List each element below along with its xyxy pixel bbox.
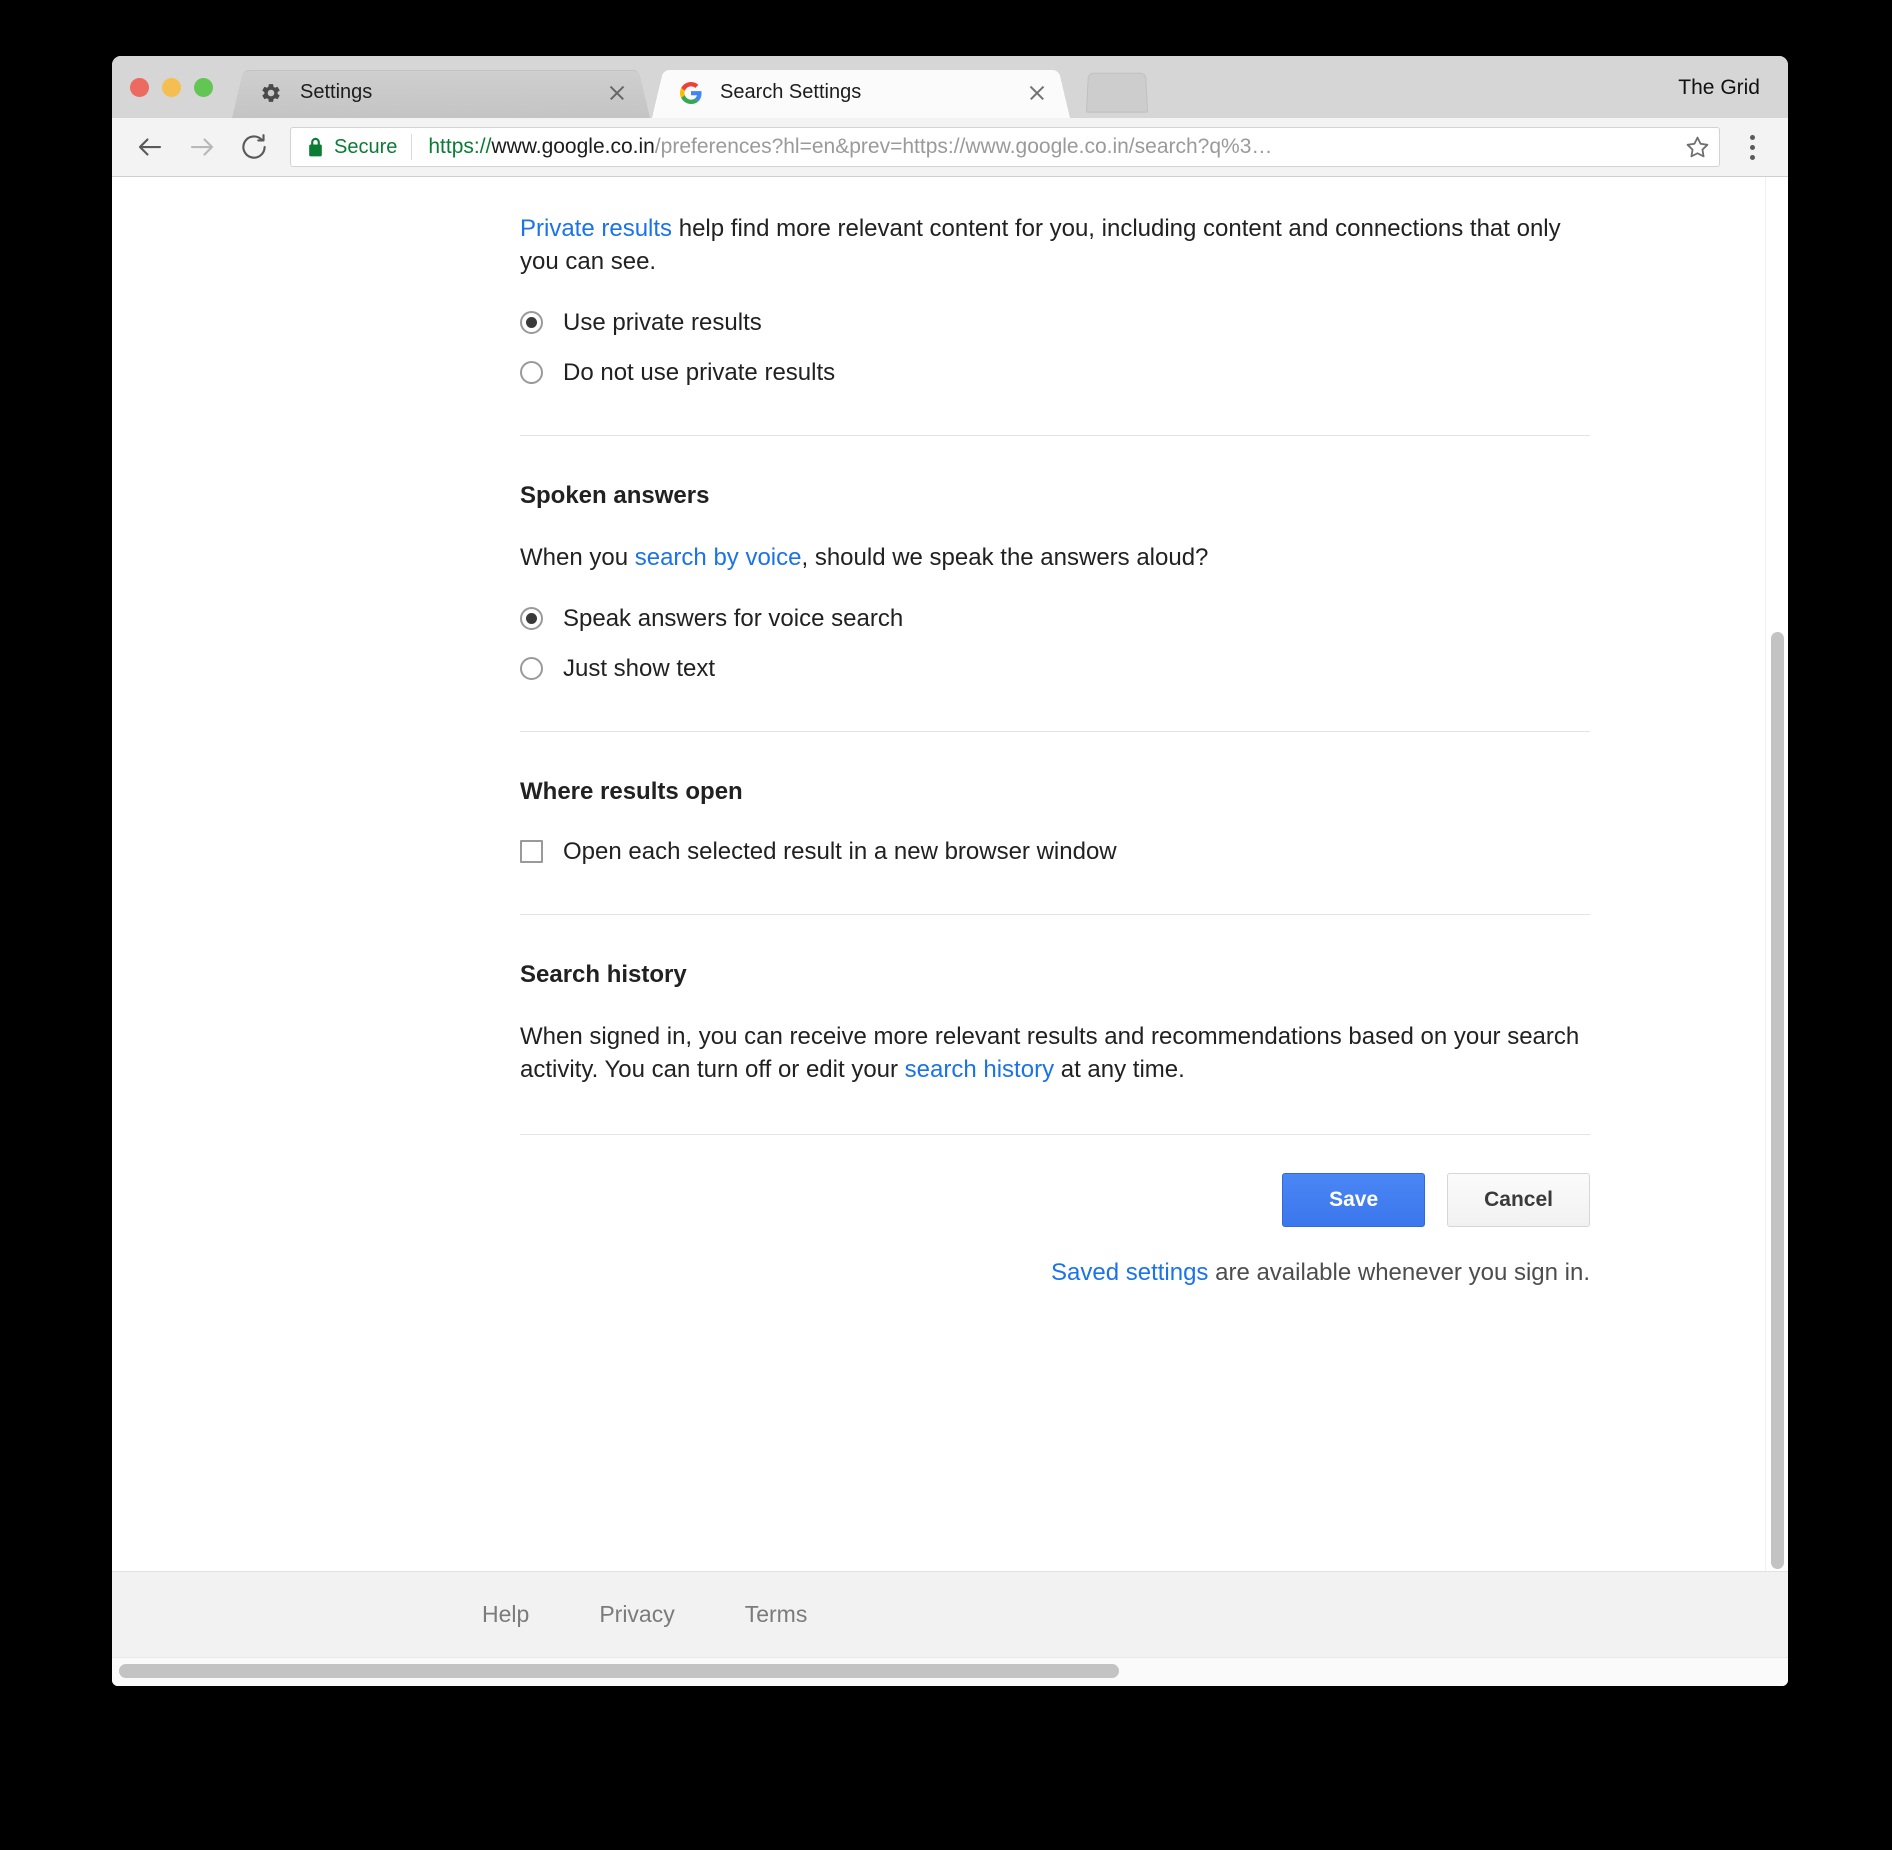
footer-link-privacy[interactable]: Privacy — [599, 1601, 674, 1628]
footer-link-terms[interactable]: Terms — [745, 1601, 808, 1628]
new-tab-button[interactable] — [1086, 73, 1148, 113]
radio-use-private-results[interactable]: Use private results — [520, 309, 1590, 337]
url-text[interactable]: https://www.google.co.in/preferences?hl=… — [412, 127, 1675, 167]
page-scroll-area: Private results help find more relevant … — [112, 177, 1788, 1571]
spoken-answers-desc-post: , should we speak the answers aloud? — [801, 544, 1208, 571]
security-chip[interactable]: Secure — [291, 128, 411, 166]
window-maximize-button[interactable] — [194, 78, 213, 97]
horizontal-scrollbar[interactable] — [112, 1657, 1788, 1686]
url-host: www.google.co.in — [491, 135, 654, 158]
section-divider — [520, 435, 1590, 436]
menu-dot — [1750, 135, 1755, 140]
private-results-description-rest: help find more relevant content for you,… — [520, 215, 1561, 275]
section-divider — [520, 914, 1590, 915]
radio-do-not-use-private-results[interactable]: Do not use private results — [520, 359, 1590, 387]
window-user-label: The Grid — [1678, 76, 1760, 100]
checkbox-label: Open each selected result in a new brows… — [563, 838, 1117, 866]
radio-indicator[interactable] — [520, 311, 543, 334]
forward-arrow-icon[interactable] — [176, 121, 228, 173]
security-label: Secure — [334, 136, 397, 159]
saved-settings-note: Saved settings are available whenever yo… — [520, 1259, 1590, 1287]
window-minimize-button[interactable] — [162, 78, 181, 97]
tab-strip: Settings Search Settings — [112, 56, 1788, 118]
back-arrow-icon[interactable] — [124, 121, 176, 173]
tab-title: Search Settings — [720, 81, 1022, 104]
star-icon[interactable] — [1675, 127, 1719, 167]
menu-dot — [1750, 155, 1755, 160]
tab-settings[interactable]: Settings — [232, 67, 650, 118]
url-path: /preferences?hl=en&prev=https://www.goog… — [655, 135, 1273, 158]
vertical-scrollbar-thumb[interactable] — [1771, 632, 1784, 1569]
tab-close-icon[interactable] — [602, 78, 632, 108]
settings-content: Private results help find more relevant … — [520, 177, 1590, 1311]
search-by-voice-link[interactable]: search by voice — [635, 544, 802, 571]
browser-toolbar: Secure https://www.google.co.in/preferen… — [112, 118, 1788, 177]
kebab-menu-icon[interactable] — [1728, 121, 1776, 173]
tab-close-icon[interactable] — [1022, 78, 1052, 108]
spoken-answers-heading: Spoken answers — [520, 482, 1590, 510]
radio-speak-answers[interactable]: Speak answers for voice search — [520, 605, 1590, 633]
spoken-answers-desc-pre: When you — [520, 544, 635, 571]
save-button[interactable]: Save — [1282, 1173, 1425, 1227]
private-results-description: Private results help find more relevant … — [520, 213, 1590, 279]
reload-icon[interactable] — [228, 121, 280, 173]
saved-settings-rest: are available whenever you sign in. — [1208, 1259, 1590, 1286]
window-close-button[interactable] — [130, 78, 149, 97]
page-footer: Help Privacy Terms — [112, 1571, 1788, 1657]
radio-indicator[interactable] — [520, 361, 543, 384]
section-divider — [520, 731, 1590, 732]
address-bar[interactable]: Secure https://www.google.co.in/preferen… — [290, 127, 1720, 167]
horizontal-scrollbar-thumb[interactable] — [119, 1664, 1119, 1678]
section-divider — [520, 1134, 1590, 1135]
tab-search-settings[interactable]: Search Settings — [652, 67, 1070, 118]
private-results-link[interactable]: Private results — [520, 215, 672, 242]
google-g-icon — [680, 82, 702, 104]
radio-indicator[interactable] — [520, 607, 543, 630]
radio-label: Use private results — [563, 309, 762, 337]
gear-icon — [260, 82, 282, 104]
section-where-results-open: Where results open Open each selected re… — [520, 778, 1590, 866]
radio-label: Speak answers for voice search — [563, 605, 903, 633]
saved-settings-link[interactable]: Saved settings — [1051, 1259, 1208, 1286]
section-spoken-answers: Spoken answers When you search by voice,… — [520, 482, 1590, 683]
checkbox-open-new-window[interactable]: Open each selected result in a new brows… — [520, 838, 1590, 866]
where-results-open-heading: Where results open — [520, 778, 1590, 806]
tab-title: Settings — [300, 81, 602, 104]
section-search-history: Search history When signed in, you can r… — [520, 961, 1590, 1087]
radio-label: Do not use private results — [563, 359, 835, 387]
radio-just-show-text[interactable]: Just show text — [520, 655, 1590, 683]
section-private-results: Private results help find more relevant … — [520, 213, 1590, 387]
radio-label: Just show text — [563, 655, 715, 683]
menu-dot — [1750, 145, 1755, 150]
search-history-heading: Search history — [520, 961, 1590, 989]
spoken-answers-description: When you search by voice, should we spea… — [520, 542, 1590, 575]
window-controls — [130, 78, 213, 97]
footer-link-help[interactable]: Help — [482, 1601, 529, 1628]
radio-indicator[interactable] — [520, 657, 543, 680]
browser-window: Settings Search Settings — [112, 56, 1788, 1686]
search-history-link[interactable]: search history — [905, 1056, 1054, 1083]
page-viewport: Private results help find more relevant … — [112, 177, 1788, 1657]
action-button-row: Save Cancel — [520, 1173, 1590, 1227]
vertical-scrollbar[interactable] — [1765, 177, 1788, 1571]
search-history-desc-post: at any time. — [1054, 1056, 1185, 1083]
lock-icon — [307, 137, 324, 158]
checkbox-indicator[interactable] — [520, 840, 543, 863]
search-history-description: When signed in, you can receive more rel… — [520, 1021, 1590, 1087]
url-scheme: https:// — [428, 135, 491, 158]
cancel-button[interactable]: Cancel — [1447, 1173, 1590, 1227]
